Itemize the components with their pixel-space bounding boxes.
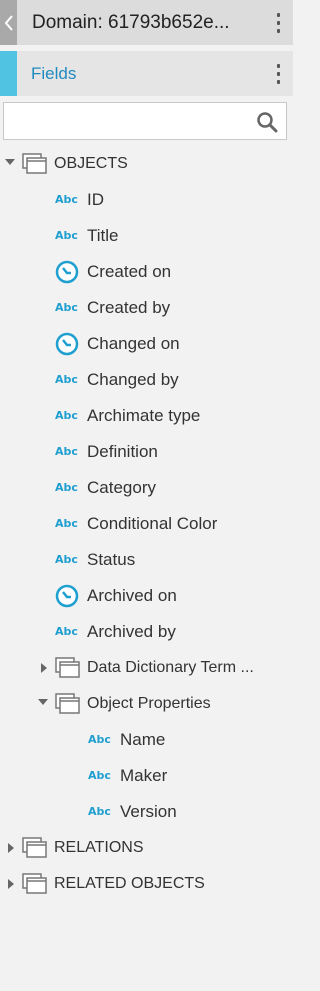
- caret-right-icon[interactable]: [41, 663, 47, 673]
- domain-header: Domain: 61793b652e...: [0, 0, 293, 45]
- panel-title: Fields: [31, 64, 77, 83]
- field-item[interactable]: Abc Definition: [0, 434, 293, 470]
- field-label: Maker: [120, 766, 168, 785]
- field-label: Changed by: [87, 370, 179, 389]
- text-field-icon: Abc: [55, 553, 78, 566]
- field-label: Category: [87, 478, 156, 497]
- field-item[interactable]: Abc Version: [0, 794, 293, 830]
- kebab-menu-icon: [276, 64, 280, 68]
- field-item[interactable]: Abc Name: [0, 722, 293, 758]
- tree-node-objects[interactable]: OBJECTS: [0, 146, 293, 182]
- caret-down-icon[interactable]: [38, 699, 48, 705]
- group-label: Object Properties: [87, 695, 211, 712]
- field-label: Archived by: [87, 622, 176, 641]
- text-field-icon: Abc: [55, 481, 78, 494]
- field-item[interactable]: Archived on: [0, 578, 293, 614]
- text-field-icon: Abc: [88, 733, 111, 746]
- field-label: Conditional Color: [87, 514, 218, 533]
- field-item[interactable]: Abc Conditional Color: [0, 506, 293, 542]
- kebab-menu-icon: [276, 13, 280, 17]
- field-item[interactable]: Abc Status: [0, 542, 293, 578]
- field-item[interactable]: Abc Changed by: [0, 362, 293, 398]
- folder-icon: [22, 837, 48, 864]
- field-label: Created by: [87, 298, 171, 317]
- text-field-icon: Abc: [55, 193, 78, 206]
- field-item[interactable]: Abc ID: [0, 182, 293, 218]
- tree-node-subgroup[interactable]: Data Dictionary Term ...: [0, 650, 293, 686]
- field-item[interactable]: Abc Created by: [0, 290, 293, 326]
- caret-right-icon[interactable]: [8, 843, 14, 853]
- field-label: Status: [87, 550, 136, 569]
- text-field-icon: Abc: [88, 769, 111, 782]
- field-label: Changed on: [87, 334, 180, 353]
- field-label: Title: [87, 226, 119, 245]
- folder-icon: [55, 657, 81, 684]
- field-label: Created on: [87, 262, 172, 281]
- field-label: ID: [87, 190, 104, 209]
- search-icon[interactable]: [256, 111, 278, 133]
- chevron-left-icon: [4, 14, 13, 31]
- domain-title: Domain: 61793b652e...: [32, 12, 230, 33]
- text-field-icon: Abc: [55, 625, 78, 638]
- field-label: Name: [120, 730, 166, 749]
- search-input[interactable]: [3, 102, 287, 140]
- panel-accent: [0, 51, 17, 96]
- clock-icon: [55, 332, 79, 361]
- field-label: Version: [120, 802, 177, 821]
- text-field-icon: Abc: [88, 805, 111, 818]
- tree-node-related-objects[interactable]: RELATED OBJECTS: [0, 866, 293, 902]
- field-label: Definition: [87, 442, 158, 461]
- panel-menu-button[interactable]: [271, 62, 285, 86]
- group-label: RELATED OBJECTS: [54, 875, 205, 892]
- group-label: RELATIONS: [54, 839, 144, 856]
- fields-panel-header: Fields: [0, 51, 293, 96]
- group-label: OBJECTS: [54, 155, 128, 172]
- field-item[interactable]: Created on: [0, 254, 293, 290]
- text-field-icon: Abc: [55, 373, 78, 386]
- text-field-icon: Abc: [55, 445, 78, 458]
- clock-icon: [55, 260, 79, 289]
- field-item[interactable]: Abc Maker: [0, 758, 293, 794]
- group-label: Data Dictionary Term ...: [87, 659, 254, 676]
- folder-icon: [22, 873, 48, 900]
- text-field-icon: Abc: [55, 409, 78, 422]
- tree-node-subgroup[interactable]: Object Properties: [0, 686, 293, 722]
- caret-right-icon[interactable]: [8, 879, 14, 889]
- header-menu-button[interactable]: [271, 11, 285, 35]
- field-item[interactable]: Changed on: [0, 326, 293, 362]
- text-field-icon: Abc: [55, 517, 78, 530]
- tree-node-relations[interactable]: RELATIONS: [0, 830, 293, 866]
- folder-icon: [22, 153, 48, 180]
- field-label: Archimate type: [87, 406, 201, 425]
- back-button[interactable]: [0, 0, 17, 45]
- field-label: Archived on: [87, 586, 177, 605]
- field-item[interactable]: Abc Archived by: [0, 614, 293, 650]
- caret-down-icon[interactable]: [5, 159, 15, 165]
- clock-icon: [55, 584, 79, 613]
- field-item[interactable]: Abc Title: [0, 218, 293, 254]
- folder-icon: [55, 693, 81, 720]
- text-field-icon: Abc: [55, 301, 78, 314]
- field-item[interactable]: Abc Archimate type: [0, 398, 293, 434]
- text-field-icon: Abc: [55, 229, 78, 242]
- field-item[interactable]: Abc Category: [0, 470, 293, 506]
